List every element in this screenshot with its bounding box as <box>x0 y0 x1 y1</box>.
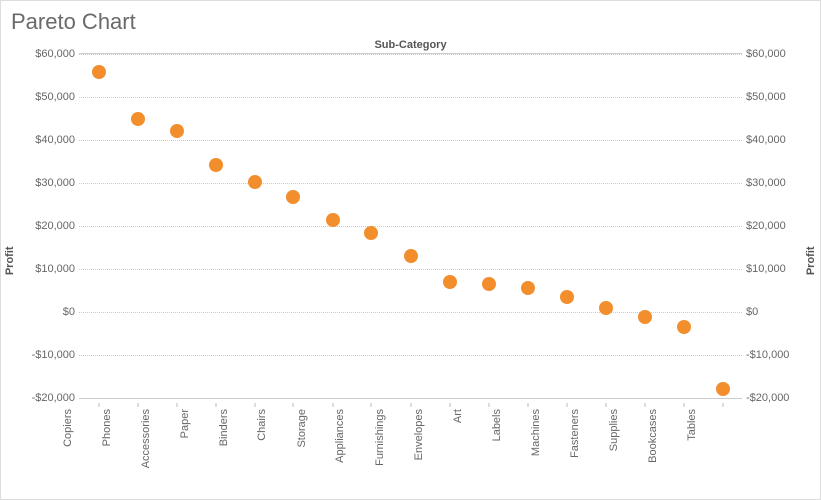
x-ticks: CopiersPhonesAccessoriesPaperBindersChai… <box>79 403 742 483</box>
data-point[interactable] <box>638 310 652 324</box>
x-tick-mark <box>332 403 333 407</box>
y-tick-label-right: $20,000 <box>746 220 786 232</box>
gridline <box>79 140 742 141</box>
data-point[interactable] <box>326 213 340 227</box>
y-tick-label-right: $0 <box>746 306 758 318</box>
y-tick-label-left: $60,000 <box>35 48 75 60</box>
gridline <box>79 183 742 184</box>
x-tick-mark <box>605 403 606 407</box>
chart-area: Profit Profit -$20,000-$20,000-$10,000-$… <box>9 53 812 483</box>
data-point[interactable] <box>599 301 613 315</box>
y-axis-label-right: Profit <box>805 246 817 275</box>
x-tick-mark <box>566 403 567 407</box>
y-tick-label-left: $20,000 <box>35 220 75 232</box>
y-axis-label-left: Profit <box>4 246 16 275</box>
chart-frame: Pareto Chart Sub-Category Profit Profit … <box>0 0 821 500</box>
gridline <box>79 355 742 356</box>
x-tick-mark <box>137 403 138 407</box>
x-tick-label: Tables <box>686 409 760 441</box>
gridline <box>79 226 742 227</box>
x-tick-mark <box>371 403 372 407</box>
x-tick-mark <box>176 403 177 407</box>
gridline <box>79 54 742 55</box>
x-tick-mark <box>683 403 684 407</box>
y-tick-label-left: $0 <box>63 306 75 318</box>
y-tick-label-left: $30,000 <box>35 177 75 189</box>
y-tick-label-right: -$10,000 <box>746 349 789 361</box>
y-tick-label-left: $40,000 <box>35 134 75 146</box>
y-tick-label-left: -$10,000 <box>32 349 75 361</box>
x-tick-mark <box>644 403 645 407</box>
plot-region: -$20,000-$20,000-$10,000-$10,000$0$0$10,… <box>79 53 742 399</box>
y-tick-label-right: $50,000 <box>746 91 786 103</box>
y-tick-label-left: $50,000 <box>35 91 75 103</box>
data-point[interactable] <box>364 226 378 240</box>
y-tick-label-right: $60,000 <box>746 48 786 60</box>
y-tick-label-left: -$20,000 <box>32 392 75 404</box>
data-point[interactable] <box>443 275 457 289</box>
data-point[interactable] <box>482 277 496 291</box>
y-tick-label-right: -$20,000 <box>746 392 789 404</box>
data-point[interactable] <box>248 175 262 189</box>
data-point[interactable] <box>131 112 145 126</box>
x-tick-mark <box>98 403 99 407</box>
y-tick-label-left: $10,000 <box>35 263 75 275</box>
x-tick-mark <box>254 403 255 407</box>
data-point[interactable] <box>92 65 106 79</box>
page-title: Pareto Chart <box>11 9 812 35</box>
y-tick-label-right: $30,000 <box>746 177 786 189</box>
data-point[interactable] <box>404 249 418 263</box>
data-point[interactable] <box>677 320 691 334</box>
x-tick-mark <box>722 403 723 407</box>
data-point[interactable] <box>209 158 223 172</box>
x-tick-mark <box>449 403 450 407</box>
gridline <box>79 269 742 270</box>
x-tick-mark <box>410 403 411 407</box>
x-tick-mark <box>488 403 489 407</box>
gridline <box>79 97 742 98</box>
data-point[interactable] <box>170 124 184 138</box>
x-tick-mark <box>215 403 216 407</box>
y-tick-label-right: $10,000 <box>746 263 786 275</box>
data-point[interactable] <box>716 382 730 396</box>
data-point[interactable] <box>560 290 574 304</box>
x-axis-label: Sub-Category <box>9 39 812 51</box>
x-tick-mark <box>527 403 528 407</box>
x-tick-mark <box>293 403 294 407</box>
data-point[interactable] <box>521 281 535 295</box>
gridline <box>79 398 742 399</box>
data-point[interactable] <box>286 190 300 204</box>
y-tick-label-right: $40,000 <box>746 134 786 146</box>
